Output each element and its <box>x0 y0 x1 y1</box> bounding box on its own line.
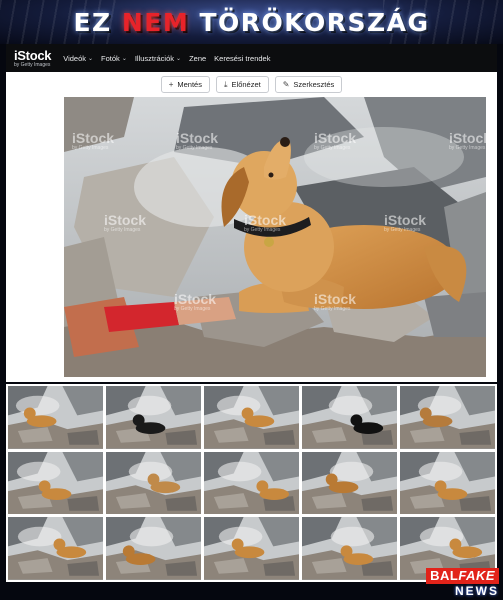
logo-text: iStock <box>14 47 52 63</box>
chevron-down-icon: ⌄ <box>176 55 182 62</box>
preview-button[interactable]: ⤓ Előnézet <box>215 76 269 93</box>
istock-logo[interactable]: iStock by Getty Images <box>14 47 52 68</box>
banner-title-accent: NEM <box>121 7 190 37</box>
thumbnail-photo[interactable] <box>106 451 201 515</box>
thumbnail-photo[interactable] <box>302 517 397 580</box>
thumbnail-image <box>8 451 103 515</box>
thumbnail-photo[interactable] <box>204 517 299 580</box>
photo-action-bar: + Mentés ⤓ Előnézet ✎ Szerkesztés <box>6 72 497 96</box>
nav-item-videos[interactable]: Videók ⌄ <box>63 54 93 63</box>
thumbnail-photo[interactable] <box>400 386 495 449</box>
banner-title: EZ NEM TÖRÖKORSZÁG <box>73 8 429 37</box>
thumbnail-image <box>106 386 201 449</box>
thumbnail-image <box>302 517 397 580</box>
thumbnail-image <box>400 386 495 449</box>
top-navigation: iStock by Getty Images Videók ⌄ Fotók ⌄ Il… <box>6 44 497 72</box>
nav-label: Videók <box>63 53 87 63</box>
thumbnail-image <box>400 451 495 515</box>
save-button-label: Mentés <box>177 80 202 89</box>
main-photo[interactable]: iStock by Getty Images iStock by Getty Ima… <box>64 97 486 377</box>
thumbnail-photo[interactable] <box>8 517 103 580</box>
brand-top: BALFAKE <box>426 567 499 585</box>
edit-button-label: Szerkesztés <box>293 80 335 89</box>
nav-item-photos[interactable]: Fotók ⌄ <box>101 54 127 63</box>
thumbnail-photo[interactable] <box>8 451 103 515</box>
chevron-down-icon: ⌄ <box>88 55 94 62</box>
nav-label: Fotók <box>101 53 120 63</box>
edit-icon: ✎ <box>282 80 290 89</box>
istock-page: iStock by Getty Images Videók ⌄ Fotók ⌄ Il… <box>6 44 497 382</box>
nav-label: Zene <box>189 53 207 63</box>
thumbnail-photo[interactable] <box>302 386 397 449</box>
download-icon: ⤓ <box>223 79 228 89</box>
brand-part2: FAKE <box>458 567 495 583</box>
chevron-down-icon: ⌄ <box>121 55 127 62</box>
preview-button-label: Előnézet <box>231 80 261 89</box>
thumbnail-image <box>204 517 299 580</box>
brand-part3: NEWS <box>455 583 499 598</box>
nav-item-music[interactable]: Zene <box>189 54 206 63</box>
edit-button[interactable]: ✎ Szerkesztés <box>274 76 343 93</box>
balfake-news-logo: BALFAKE NEWS <box>417 567 499 598</box>
thumbnail-image <box>106 517 201 580</box>
thumbnail-photo[interactable] <box>400 451 495 515</box>
brand-part1: BAL <box>430 567 459 583</box>
banner-title-part1: EZ <box>73 7 122 37</box>
thumbnail-photo[interactable] <box>204 386 299 449</box>
logo-subtext: by Getty Images <box>14 61 51 68</box>
plus-icon: + <box>168 80 174 89</box>
related-photos-grid <box>6 384 497 582</box>
thumbnail-image <box>8 517 103 580</box>
thumbnail-photo[interactable] <box>8 386 103 449</box>
save-button[interactable]: + Mentés <box>160 76 210 93</box>
nav-label: Keresési trendek <box>214 53 271 63</box>
title-banner: EZ NEM TÖRÖKORSZÁG <box>0 0 503 44</box>
nav-label: Illusztrációk <box>134 53 175 63</box>
thumbnail-image <box>106 451 201 515</box>
thumbnail-image <box>204 451 299 515</box>
nav-item-illustrations[interactable]: Illusztrációk ⌄ <box>135 54 181 63</box>
thumbnail-photo[interactable] <box>204 451 299 515</box>
thumbnail-image <box>302 451 397 515</box>
nav-item-search-trends[interactable]: Keresési trendek <box>214 54 270 63</box>
thumbnail-photo[interactable] <box>106 386 201 449</box>
banner-title-part2: TÖRÖKORSZÁG <box>189 7 430 37</box>
rescue-dog-photo <box>64 97 486 377</box>
thumbnail-image <box>302 386 397 449</box>
thumbnail-photo[interactable] <box>106 517 201 580</box>
thumbnail-image <box>8 386 103 449</box>
thumbnail-image <box>204 386 299 449</box>
thumbnail-photo[interactable] <box>302 451 397 515</box>
